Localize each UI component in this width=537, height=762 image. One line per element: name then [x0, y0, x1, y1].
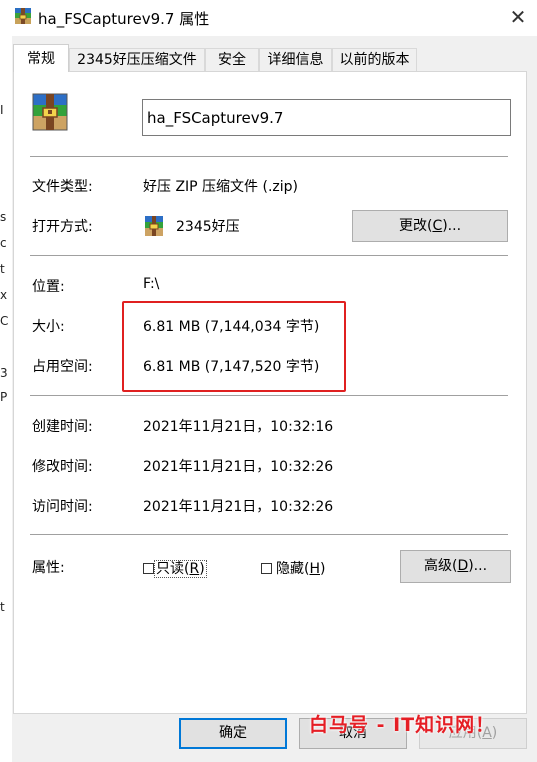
bg-char: x: [0, 288, 8, 302]
open-with-label: 打开方式:: [32, 219, 93, 235]
archive-icon: [14, 6, 32, 30]
hidden-checkbox[interactable]: [261, 563, 272, 574]
bg-char: I: [0, 103, 4, 117]
created-value: 2021年11月21日，10:32:16: [143, 419, 334, 435]
readonly-key: R: [189, 561, 200, 577]
change-button-text: 更改(: [398, 218, 433, 234]
bg-char: t: [0, 600, 5, 614]
size-highlight-box: [122, 301, 346, 392]
archive-app-icon: [143, 214, 165, 242]
readonly-text: 只读(: [156, 561, 190, 577]
close-icon[interactable]: ✕: [500, 3, 536, 31]
hidden-label: 隐藏(H): [276, 561, 325, 577]
hidden-text: 隐藏(: [276, 561, 310, 577]
attributes-label: 属性:: [32, 560, 65, 576]
modified-value: 2021年11月21日，10:32:26: [143, 459, 334, 475]
created-label: 创建时间:: [32, 419, 93, 435]
location-value: F:\: [143, 276, 160, 292]
readonly-label: 只读(R): [154, 560, 207, 578]
advanced-button[interactable]: 高级(D)...: [400, 550, 511, 583]
change-button-after: )...: [442, 218, 462, 234]
tab-previous-versions[interactable]: 以前的版本: [332, 48, 417, 71]
change-button-key: C: [432, 218, 443, 234]
bg-char: c: [0, 236, 7, 250]
disk-size-label: 占用空间:: [32, 359, 93, 375]
file-type-value: 好压 ZIP 压缩文件 (.zip): [143, 179, 299, 195]
file-type-label: 文件类型:: [32, 179, 93, 195]
hidden-checkbox-row[interactable]: 隐藏(H): [261, 558, 325, 578]
change-button[interactable]: 更改(C)...: [352, 210, 508, 242]
bg-char: C: [0, 314, 9, 328]
tab-general[interactable]: 常规: [13, 44, 69, 72]
divider: [30, 395, 508, 396]
readonly-checkbox-row[interactable]: 只读(R): [143, 558, 207, 578]
divider: [30, 534, 508, 535]
hidden-key: H: [309, 561, 320, 577]
bg-char: t: [0, 262, 5, 276]
general-tab-panel: [13, 71, 527, 714]
hidden-after: ): [320, 561, 326, 577]
modified-label: 修改时间:: [32, 459, 93, 475]
size-label: 大小:: [32, 319, 65, 335]
bg-char: 3: [0, 366, 8, 380]
readonly-checkbox[interactable]: [143, 563, 154, 574]
ok-button[interactable]: 确定: [179, 718, 287, 749]
tab-2345-archive[interactable]: 2345好压压缩文件: [69, 48, 205, 71]
location-label: 位置:: [32, 279, 65, 295]
open-with-value: 2345好压: [176, 219, 240, 235]
background-window-strip: I s c t x C 3 P t: [0, 0, 12, 762]
advanced-button-key: D: [457, 558, 469, 574]
tab-details[interactable]: 详细信息: [259, 48, 332, 71]
window-title: ha_FSCapturev9.7 属性: [38, 10, 210, 28]
divider: [30, 255, 508, 256]
accessed-label: 访问时间:: [32, 499, 93, 515]
tab-security[interactable]: 安全: [205, 48, 259, 71]
bg-char: s: [0, 210, 7, 224]
bg-char: P: [0, 390, 8, 404]
readonly-after: ): [199, 561, 205, 577]
archive-icon: [30, 90, 70, 138]
advanced-button-after: )...: [468, 558, 488, 574]
file-name-input[interactable]: [142, 99, 511, 136]
divider: [30, 156, 508, 157]
watermark-text: 白马号 - IT知识网！: [309, 714, 496, 736]
accessed-value: 2021年11月21日，10:32:26: [143, 499, 334, 515]
advanced-button-text: 高级(: [423, 558, 458, 574]
